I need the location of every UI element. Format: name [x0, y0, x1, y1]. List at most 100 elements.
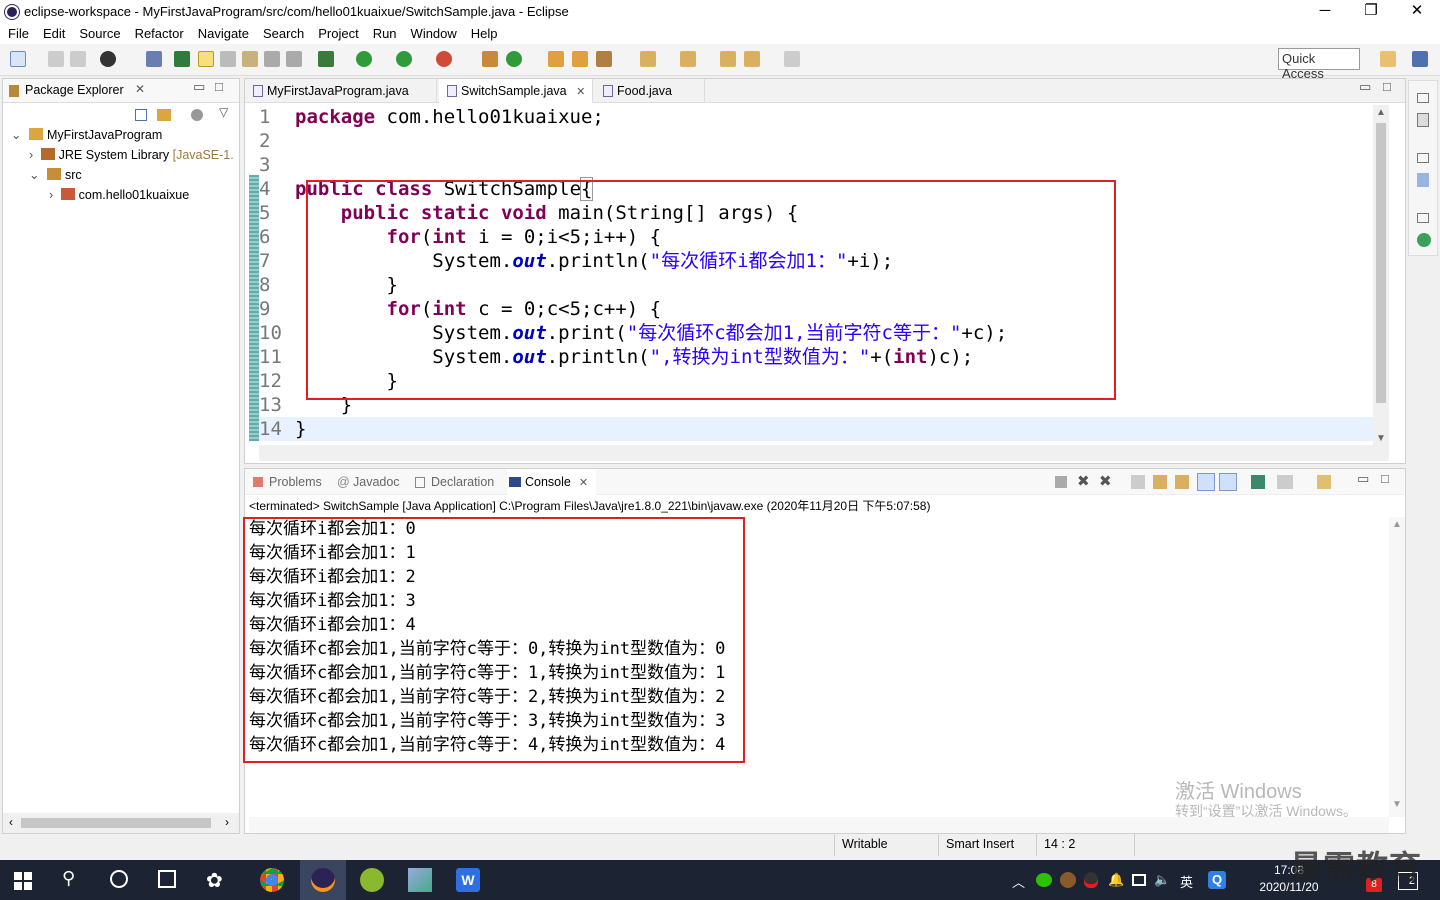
chevron-down-icon[interactable]: ⌄: [29, 168, 39, 182]
menu-refactor[interactable]: Refactor: [127, 24, 190, 41]
tray-expand-icon[interactable]: ︿: [1012, 872, 1025, 891]
menu-project[interactable]: Project: [310, 24, 364, 41]
menu-search[interactable]: Search: [255, 24, 310, 41]
volume-icon[interactable]: 🔈: [1154, 872, 1170, 888]
open-task-icon[interactable]: [572, 51, 588, 67]
new-java-project-icon[interactable]: [482, 51, 498, 67]
vertical-scrollbar[interactable]: ▲ ▼: [1373, 105, 1389, 447]
vertical-scrollbar[interactable]: ▲ ▼: [1389, 517, 1405, 817]
tab-console[interactable]: Console ✕: [507, 469, 597, 495]
word-wrap-icon[interactable]: [1175, 475, 1189, 489]
debug-icon[interactable]: [318, 51, 334, 67]
close-icon[interactable]: ✕: [135, 82, 145, 96]
next-annotation-icon[interactable]: [640, 51, 656, 67]
tree-src[interactable]: ⌄ src: [29, 165, 82, 185]
scroll-thumb[interactable]: [21, 818, 211, 828]
restore-icon[interactable]: [1417, 153, 1429, 163]
show-stdout-icon[interactable]: [1197, 473, 1215, 491]
menu-file[interactable]: File: [0, 24, 35, 41]
display-console-icon[interactable]: [1277, 475, 1293, 489]
toggle-mark-icon[interactable]: [220, 51, 236, 67]
minimize-view-icon[interactable]: ▭: [1357, 471, 1369, 487]
chrome-icon[interactable]: [260, 868, 284, 892]
close-tab-icon[interactable]: ✕: [576, 86, 585, 98]
forward-icon[interactable]: [784, 51, 800, 67]
menu-navigate[interactable]: Navigate: [190, 24, 255, 41]
tab-myfirstjavaprogram[interactable]: MyFirstJavaProgram.java: [245, 79, 437, 103]
prev-annotation-icon[interactable]: [680, 51, 696, 67]
open-perspective-icon[interactable]: [1380, 51, 1396, 67]
qq-icon[interactable]: [1084, 872, 1098, 888]
scroll-thumb[interactable]: [1376, 123, 1386, 403]
scroll-down-icon[interactable]: ▼: [1376, 433, 1386, 444]
scroll-lock-icon[interactable]: [1153, 475, 1167, 489]
skip-breakpoints-icon[interactable]: [146, 51, 162, 67]
notepad-app-icon[interactable]: [408, 868, 432, 892]
scroll-up-icon[interactable]: ▲: [1376, 107, 1386, 118]
chevron-right-icon[interactable]: ›: [49, 188, 53, 202]
windows-start-icon[interactable]: [14, 872, 32, 890]
maximize-view-icon[interactable]: □: [215, 79, 223, 94]
tree-jre-library[interactable]: › JRE System Library [JavaSE-1.: [29, 145, 234, 165]
tab-switchsample[interactable]: SwitchSample.java ✕: [439, 79, 593, 103]
quick-access-input[interactable]: Quick Access: [1278, 48, 1360, 81]
pin-console-icon[interactable]: [1251, 475, 1265, 489]
scroll-right-icon[interactable]: ›: [225, 815, 229, 829]
coverage-icon[interactable]: [396, 51, 412, 67]
ime-indicator[interactable]: 英: [1180, 872, 1193, 891]
tree-project[interactable]: ⌄ MyFirstJavaProgram: [11, 125, 162, 145]
highlight-icon[interactable]: [198, 51, 214, 67]
scroll-up-icon[interactable]: ▲: [1392, 519, 1402, 530]
chevron-down-icon[interactable]: ⌄: [11, 128, 21, 142]
tab-javadoc[interactable]: @ Javadoc: [335, 469, 400, 495]
run-icon[interactable]: [356, 51, 372, 67]
tab-declaration[interactable]: Declaration: [413, 469, 494, 495]
block-selection-icon[interactable]: [242, 51, 258, 67]
task-view-icon[interactable]: [158, 870, 176, 888]
close-button[interactable]: ✕: [1394, 0, 1440, 24]
chevron-right-icon[interactable]: ›: [29, 148, 33, 162]
external-tools-icon[interactable]: [436, 51, 452, 67]
network-icon[interactable]: [1132, 874, 1146, 886]
new-icon[interactable]: [10, 51, 26, 67]
save-all-icon[interactable]: [70, 51, 86, 67]
open-type-icon[interactable]: [174, 51, 190, 67]
restore-icon[interactable]: [1417, 213, 1429, 223]
scroll-down-icon[interactable]: ▼: [1392, 799, 1402, 810]
tab-problems[interactable]: Problems: [251, 469, 322, 495]
menu-window[interactable]: Window: [403, 24, 463, 41]
collapse-all-icon[interactable]: [135, 109, 147, 121]
scroll-left-icon[interactable]: ‹: [9, 815, 13, 829]
show-stderr-icon[interactable]: [1219, 473, 1237, 491]
wechat-icon[interactable]: [1036, 873, 1052, 887]
filter-icon[interactable]: [191, 109, 203, 121]
minimize-view-icon[interactable]: ▭: [193, 79, 205, 95]
terminate-icon[interactable]: [1055, 476, 1067, 488]
back-icon[interactable]: [744, 51, 760, 67]
save-icon[interactable]: [48, 51, 64, 67]
open-console-icon[interactable]: [1317, 475, 1331, 489]
task-list-icon[interactable]: [1417, 113, 1429, 127]
new-class-icon[interactable]: [506, 51, 522, 67]
horizontal-scrollbar[interactable]: ‹ ›: [3, 813, 239, 833]
last-edit-icon[interactable]: [720, 51, 736, 67]
maximize-view-icon[interactable]: □: [1381, 471, 1389, 486]
code-area[interactable]: 1 package com.hello01kuaixue; 2 3 4 public…: [259, 105, 1373, 445]
close-tab-icon[interactable]: ✕: [579, 477, 588, 489]
open-folder-icon[interactable]: [548, 51, 564, 67]
show-whitespace-icon[interactable]: [264, 51, 280, 67]
maximize-button[interactable]: ❐: [1348, 0, 1394, 24]
minimize-button[interactable]: ─: [1302, 0, 1348, 24]
search-tool-icon[interactable]: [596, 51, 612, 67]
tab-food[interactable]: Food.java: [595, 79, 705, 103]
input-method-icon[interactable]: Q: [1208, 871, 1226, 889]
word-app-icon[interactable]: W: [456, 868, 480, 892]
horizontal-scrollbar[interactable]: [259, 445, 1389, 461]
remove-launch-icon[interactable]: ✖: [1077, 472, 1090, 490]
menu-source[interactable]: Source: [71, 24, 126, 41]
eclipse-taskbar-item[interactable]: [300, 860, 346, 900]
restore-icon[interactable]: [1417, 93, 1429, 103]
cortana-icon[interactable]: [110, 870, 128, 888]
hierarchy-icon[interactable]: [1417, 233, 1431, 247]
minimize-view-icon[interactable]: ▭: [1359, 79, 1371, 95]
